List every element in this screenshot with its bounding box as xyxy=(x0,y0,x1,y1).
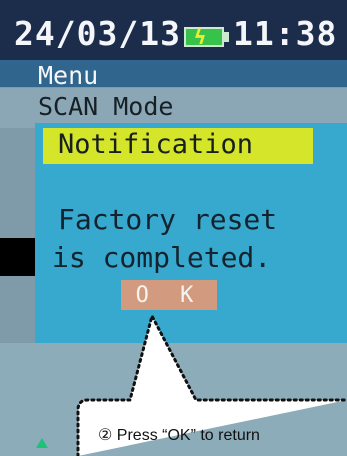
callout-text: ② Press “OK” to return xyxy=(98,427,260,444)
callout-bubble xyxy=(76,311,347,456)
device-screen: 24/03/13 ϟ 11:38 Menu SCAN Mode Notifica… xyxy=(0,0,347,456)
